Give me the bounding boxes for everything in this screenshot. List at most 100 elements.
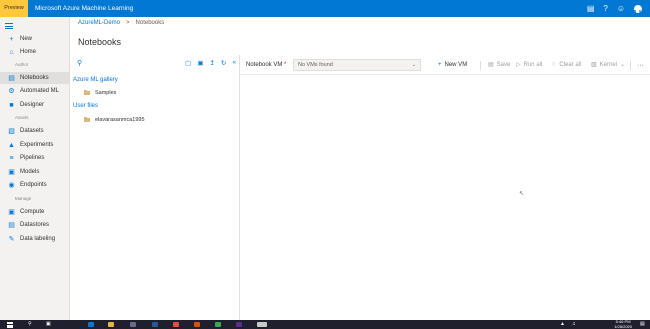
plus-icon: + xyxy=(438,62,442,68)
app-icon[interactable] xyxy=(173,322,179,327)
nav-item-pipelines[interactable]: ≡ Pipelines xyxy=(0,152,69,164)
search-icon[interactable]: ⚲ xyxy=(28,322,32,327)
nav-item-experiments[interactable]: ▲ Experiments xyxy=(0,139,69,151)
clear-all-button[interactable]: ♢ Clear all xyxy=(551,58,581,73)
store-icon[interactable] xyxy=(130,322,136,327)
nav-item-home[interactable]: ⌂ Home xyxy=(0,46,69,58)
nav-item-models[interactable]: ▣ Models xyxy=(0,166,69,178)
nav-item-data-labeling[interactable]: ✎ Data labeling xyxy=(0,233,69,245)
upload-icon[interactable]: ↥ xyxy=(209,59,214,67)
notebook-toolbar: Notebook VM * No VMs found ⌄ + New VM ▤ … xyxy=(240,58,650,73)
new-vm-label: New VM xyxy=(444,62,468,68)
volume-icon[interactable]: ♫ xyxy=(572,322,576,327)
account-avatar[interactable]: LK xyxy=(634,4,645,18)
help-icon[interactable]: ? xyxy=(603,0,607,17)
chrome-icon[interactable] xyxy=(215,322,221,327)
refresh-icon[interactable]: ↻ xyxy=(221,59,226,67)
nav-item-label: Designer xyxy=(20,102,45,108)
app-icon[interactable] xyxy=(194,322,200,327)
kernel-icon: ▧ xyxy=(591,62,597,68)
nav-item-designer[interactable]: ■ Designer xyxy=(0,99,69,111)
tree-item-label: Samples xyxy=(95,90,117,96)
nav-item-new[interactable]: + New xyxy=(0,33,69,45)
notebook-icon: ▤ xyxy=(8,75,15,82)
mail-icon[interactable] xyxy=(152,322,158,327)
kernel-label: Kernel xyxy=(599,62,618,68)
tree-item-samples[interactable]: Samples xyxy=(84,89,117,96)
home-icon: ⌂ xyxy=(9,48,14,56)
file-explorer-icon[interactable] xyxy=(108,322,114,327)
app-title[interactable]: Microsoft Azure Machine Learning xyxy=(35,0,133,17)
datastore-icon: ▤ xyxy=(8,222,15,229)
nav-item-label: New xyxy=(20,36,33,42)
run-all-button[interactable]: ▷ Run all xyxy=(516,58,542,73)
folder-icon xyxy=(84,89,90,96)
notebook-vm-dropdown[interactable]: No VMs found ⌄ xyxy=(293,59,421,71)
nav-item-label: Pipelines xyxy=(20,155,45,161)
toolbar-divider xyxy=(630,61,631,70)
folder-icon xyxy=(84,116,90,123)
breadcrumb-workspace-link[interactable]: AzureML-Demo xyxy=(78,20,120,26)
tree-header-user-files[interactable]: User files xyxy=(73,103,98,109)
active-window-icon[interactable] xyxy=(257,322,267,327)
new-vm-button[interactable]: + New VM xyxy=(438,58,467,73)
dataset-icon: ▧ xyxy=(8,128,15,135)
save-button[interactable]: ▤ Save xyxy=(488,58,510,73)
feedback-icon[interactable]: ▤ xyxy=(587,0,595,17)
nav-item-datastores[interactable]: ▤ Datastores xyxy=(0,219,69,231)
labeling-icon: ✎ xyxy=(8,236,15,243)
toolbar-divider xyxy=(480,61,481,70)
compute-icon: ▣ xyxy=(8,209,15,216)
automl-icon: ⚙ xyxy=(8,88,15,95)
left-nav-sidebar: + New ⌂ Home Author ▤ Notebooks ⚙ Automa… xyxy=(0,17,70,320)
network-icon[interactable]: ▲ xyxy=(560,322,565,327)
collapse-icon[interactable]: « xyxy=(232,59,236,67)
windows-start-icon[interactable] xyxy=(7,321,13,328)
nav-item-label: Datasets xyxy=(20,128,44,134)
vm-dropdown-value: No VMs found xyxy=(298,62,333,68)
more-options-button[interactable]: ··· xyxy=(637,58,644,73)
tree-item-user-folder[interactable]: elavarasanmca1995 xyxy=(84,116,145,123)
breadcrumb-current: Notebooks xyxy=(135,20,165,26)
nav-item-label: Notebooks xyxy=(20,75,49,81)
mouse-cursor-icon: ↖ xyxy=(519,191,525,197)
designer-icon: ■ xyxy=(9,101,14,109)
taskbar-clock[interactable]: 5:46 PM 1/28/2020 xyxy=(614,319,632,329)
task-view-icon[interactable]: ▣ xyxy=(46,322,51,327)
chevron-down-icon: ⌄ xyxy=(411,62,416,68)
run-all-label: Run all xyxy=(523,62,543,68)
save-icon: ▤ xyxy=(488,62,494,68)
kernel-menu-button[interactable]: ▧ Kernel ⌄ xyxy=(591,58,625,73)
breadcrumb: AzureML-Demo > Notebooks xyxy=(78,20,164,26)
preview-badge[interactable]: Preview xyxy=(0,0,28,17)
top-bar: Preview Microsoft Azure Machine Learning… xyxy=(0,0,650,18)
file-explorer-panel: ⚲ ▢ ▣ ↥ ↻ « Azure ML gallery Samples Use… xyxy=(70,55,240,320)
nav-item-endpoints[interactable]: ◉ Endpoints xyxy=(0,179,69,191)
nav-section-manage: Manage xyxy=(15,196,32,201)
app-icon[interactable] xyxy=(236,322,242,327)
nav-section-assets: Assets xyxy=(15,115,29,120)
play-icon: ▷ xyxy=(516,62,521,68)
nav-item-label: Datastores xyxy=(20,222,50,228)
tree-item-label: elavarasanmca1995 xyxy=(95,117,145,123)
nav-item-datasets[interactable]: ▧ Datasets xyxy=(0,125,69,137)
new-folder-icon[interactable]: ▣ xyxy=(197,59,203,67)
nav-item-notebooks[interactable]: ▤ Notebooks xyxy=(0,72,69,84)
smiley-icon[interactable]: ☺ xyxy=(617,0,625,17)
nav-item-label: Compute xyxy=(20,209,45,215)
required-marker: * xyxy=(284,62,287,68)
notifications-icon[interactable]: ▤ xyxy=(640,322,645,327)
new-file-icon[interactable]: ▢ xyxy=(185,59,191,67)
search-icon[interactable]: ⚲ xyxy=(77,59,82,67)
save-label: Save xyxy=(496,62,511,68)
hamburger-menu-icon[interactable] xyxy=(5,23,13,29)
nav-item-compute[interactable]: ▣ Compute xyxy=(0,206,69,218)
nav-item-automated-ml[interactable]: ⚙ Automated ML xyxy=(0,85,69,97)
tree-header-gallery[interactable]: Azure ML gallery xyxy=(73,77,118,83)
nav-item-label: Automated ML xyxy=(20,88,60,94)
edge-browser-icon[interactable] xyxy=(88,322,94,327)
breadcrumb-separator: > xyxy=(126,20,130,26)
notebook-vm-label: Notebook VM * xyxy=(246,58,286,73)
file-explorer-toolbar: ⚲ ▢ ▣ ↥ ↻ « xyxy=(70,55,240,73)
nav-item-label: Models xyxy=(20,169,40,175)
